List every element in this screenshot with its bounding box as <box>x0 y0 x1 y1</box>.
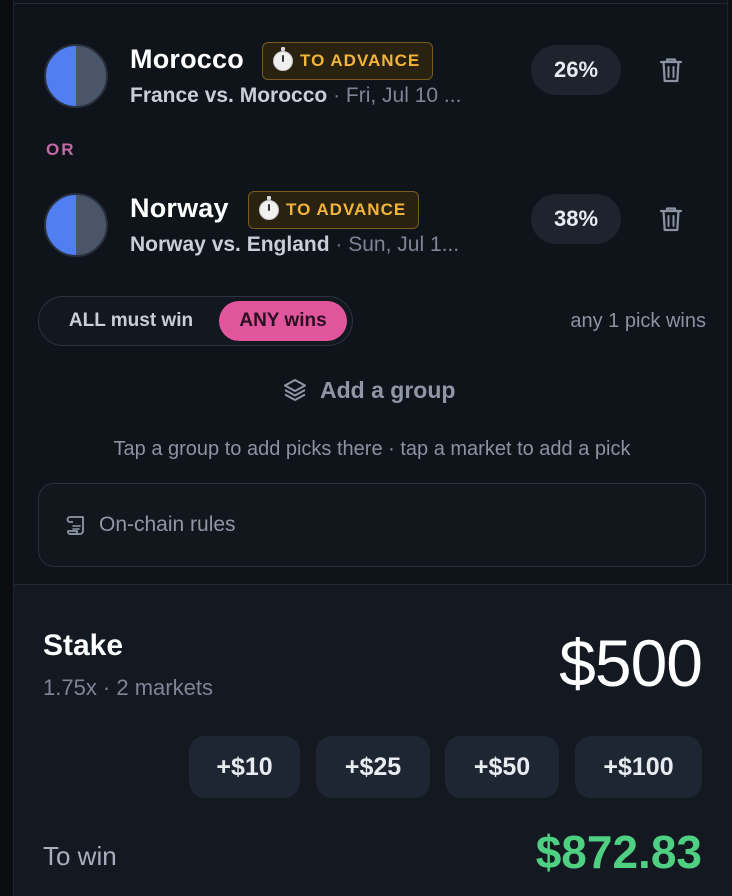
pick-match-info: France vs. Morocco · Fri, Jul 10 ... <box>130 84 520 108</box>
pick-row[interactable]: Morocco TO ADVANCE France vs. Morocco · … <box>44 42 704 114</box>
separator: · <box>335 233 349 256</box>
stopwatch-icon <box>273 47 293 71</box>
or-connector: OR <box>46 140 76 159</box>
stake-chip-50[interactable]: +$50 <box>445 736 559 798</box>
mode-all-must-win[interactable]: ALL must win <box>43 301 219 341</box>
helper-hint: Tap a group to add picks there · tap a m… <box>113 438 631 460</box>
stake-amount[interactable]: $500 <box>559 625 703 701</box>
stake-panel: Stake 1.75x · 2 markets $500 +$10 +$25 +… <box>14 584 732 896</box>
stake-chip-100[interactable]: +$100 <box>575 736 702 798</box>
stake-chip-25[interactable]: +$25 <box>316 736 430 798</box>
stake-title: Stake <box>43 629 124 662</box>
mode-any-wins[interactable]: ANY wins <box>219 301 347 341</box>
separator: · <box>333 84 346 107</box>
match-date: Sun, Jul 1... <box>348 233 460 256</box>
stopwatch-icon <box>259 196 279 220</box>
on-chain-rules-button[interactable]: On-chain rules <box>38 483 706 567</box>
match-teams: Norway vs. England <box>130 233 330 256</box>
add-group-button[interactable]: Add a group <box>282 374 455 406</box>
badge-label: TO ADVANCE <box>300 51 421 70</box>
mode-caption: any 1 pick wins <box>570 310 706 332</box>
divider <box>14 3 728 4</box>
match-date: Fri, Jul 10 ... <box>345 84 462 107</box>
to-advance-badge: TO ADVANCE <box>262 42 434 80</box>
trash-icon[interactable] <box>658 205 684 233</box>
to-advance-badge: TO ADVANCE <box>248 191 420 229</box>
trash-icon[interactable] <box>658 56 684 84</box>
scroll-icon <box>66 516 84 535</box>
layers-icon <box>284 379 306 401</box>
odds-pill: 26% <box>531 45 621 95</box>
team-flag-icon <box>44 193 108 257</box>
team-flag-icon <box>44 44 108 108</box>
add-group-label: Add a group <box>320 376 456 403</box>
pick-match-info: Norway vs. England · Sun, Jul 1... <box>130 233 520 257</box>
on-chain-rules-label: On-chain rules <box>99 513 236 536</box>
pick-row[interactable]: Norway TO ADVANCE Norway vs. England · S… <box>44 191 704 263</box>
pick-team-name: Norway <box>130 193 229 223</box>
match-teams: France vs. Morocco <box>130 84 328 107</box>
stake-subtitle: 1.75x · 2 markets <box>43 675 213 700</box>
stake-chip-10[interactable]: +$10 <box>189 736 300 798</box>
group-mode-toggle: ALL must win ANY wins <box>38 296 353 346</box>
odds-pill: 38% <box>531 194 621 244</box>
pick-team-name: Morocco <box>130 44 244 74</box>
to-win-label: To win <box>43 841 117 871</box>
badge-label: TO ADVANCE <box>286 200 407 219</box>
to-win-amount: $872.83 <box>535 826 702 878</box>
